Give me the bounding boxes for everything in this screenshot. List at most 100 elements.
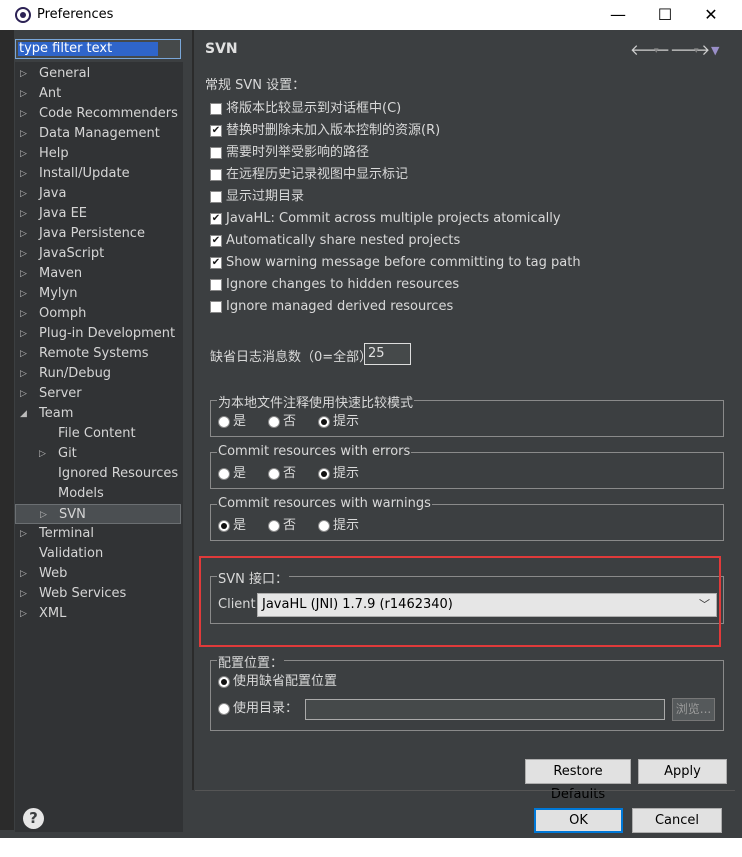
restore-defaults-button[interactable]: Restore Defaults	[525, 759, 631, 802]
radio-button[interactable]	[268, 468, 280, 480]
radio-button[interactable]	[318, 416, 330, 428]
radio-button[interactable]	[318, 468, 330, 480]
tree-item[interactable]: File Content	[15, 424, 181, 444]
tree-item[interactable]: ▷ Web Services	[15, 584, 181, 604]
preferences-window: Preferences — ☐ ✕ type filter text ▷ Gene…	[0, 0, 742, 857]
checkbox-empty-icon[interactable]	[210, 103, 222, 115]
tree-item[interactable]: ▷ Web	[15, 564, 181, 584]
tree-item[interactable]: ▷ Git	[15, 444, 181, 464]
collapsed-arrow-icon[interactable]: ▷	[20, 284, 27, 304]
tree-item[interactable]: ▷ Oomph	[15, 304, 181, 324]
collapsed-arrow-icon[interactable]: ▷	[20, 104, 27, 124]
tree-item[interactable]: ▷ JavaScript	[15, 244, 181, 264]
tree-item[interactable]: ▷ Data Management	[15, 124, 181, 144]
collapsed-arrow-icon[interactable]: ▷	[20, 324, 27, 344]
tree-item[interactable]: ▷ Server	[15, 384, 181, 404]
collapsed-arrow-icon[interactable]: ▷	[20, 524, 27, 544]
checkbox-checked-icon[interactable]: ✔	[210, 213, 222, 225]
tree-item-label: XML	[39, 606, 67, 621]
tree-item[interactable]: ▷ Java Persistence	[15, 224, 181, 244]
radio-button[interactable]	[218, 468, 230, 480]
tree-item[interactable]: Models	[15, 484, 181, 504]
title-bar: Preferences — ☐ ✕	[0, 0, 742, 30]
radio-button[interactable]	[268, 520, 280, 532]
tree-item[interactable]: ▷ SVN	[15, 504, 181, 524]
collapsed-arrow-icon[interactable]: ▷	[20, 304, 27, 324]
tree-item[interactable]: ▷ Ant	[15, 84, 181, 104]
tree-item-label: Validation	[39, 546, 104, 561]
collapsed-arrow-icon[interactable]: ▷	[20, 244, 27, 264]
close-button[interactable]: ✕	[700, 4, 722, 26]
forward-dropdown-icon[interactable]: ▾	[694, 46, 699, 56]
collapsed-arrow-icon[interactable]: ▷	[20, 124, 27, 144]
tree-item[interactable]: ▷ Mylyn	[15, 284, 181, 304]
tree-item[interactable]: ▷ Maven	[15, 264, 181, 284]
checkbox-label: Ignore managed derived resources	[226, 299, 454, 314]
footer-separator	[195, 790, 735, 791]
back-arrow-icon[interactable]: 🡐	[630, 40, 670, 59]
collapsed-arrow-icon[interactable]: ▷	[20, 564, 27, 584]
collapsed-arrow-icon[interactable]: ▷	[20, 184, 27, 204]
ok-button[interactable]: OK	[534, 808, 623, 833]
collapsed-arrow-icon[interactable]: ▷	[20, 344, 27, 364]
radio-button[interactable]	[318, 520, 330, 532]
radio-button[interactable]	[218, 416, 230, 428]
tree-item-label: Run/Debug	[39, 366, 112, 381]
checkbox-label: 将版本比较显示到对话框中(C)	[226, 101, 402, 116]
tree-item[interactable]: ▷ Terminal	[15, 524, 181, 544]
tree-item[interactable]: ▷ Install/Update	[15, 164, 181, 184]
collapsed-arrow-icon[interactable]: ▷	[20, 364, 27, 384]
forward-arrow-icon[interactable]: 🡒	[670, 40, 710, 59]
browse-button[interactable]: 浏览...	[672, 698, 715, 721]
tree-item[interactable]: ▷ Help	[15, 144, 181, 164]
checkbox-empty-icon[interactable]	[210, 279, 222, 291]
sash-divider[interactable]	[192, 30, 194, 790]
tree-item[interactable]: ▷ Java	[15, 184, 181, 204]
tree-item[interactable]: ◢ Team	[15, 404, 181, 424]
cancel-button[interactable]: Cancel	[632, 808, 722, 833]
tree-item-label: Maven	[39, 266, 83, 281]
tree-item[interactable]: ▷ Plug-in Development	[15, 324, 181, 344]
apply-button[interactable]: Apply	[638, 759, 727, 784]
collapsed-arrow-icon[interactable]: ▷	[20, 604, 27, 624]
tree-item[interactable]: ▷ Run/Debug	[15, 364, 181, 384]
help-icon[interactable]: ?	[23, 808, 44, 829]
tree-item[interactable]: ▷ Code Recommenders	[15, 104, 181, 124]
collapsed-arrow-icon[interactable]: ▷	[20, 164, 27, 184]
collapsed-arrow-icon[interactable]: ▷	[20, 384, 27, 404]
back-dropdown-icon[interactable]: ▾	[654, 46, 659, 56]
checkbox-checked-icon[interactable]: ✔	[210, 257, 222, 269]
filter-input[interactable]: type filter text	[15, 39, 181, 59]
tree-item[interactable]: ▷ Remote Systems	[15, 344, 181, 364]
checkbox-empty-icon[interactable]	[210, 191, 222, 203]
collapsed-arrow-icon[interactable]: ▷	[20, 264, 27, 284]
radio-button[interactable]	[268, 416, 280, 428]
checkbox-checked-icon[interactable]: ✔	[210, 235, 222, 247]
tree-item[interactable]: Ignored Resources	[15, 464, 181, 484]
tree-item[interactable]: ▷ General	[15, 64, 181, 84]
checkbox-empty-icon[interactable]	[210, 301, 222, 313]
collapsed-arrow-icon[interactable]: ▷	[20, 144, 27, 164]
maximize-button[interactable]: ☐	[654, 4, 676, 26]
tree-item-label: Team	[39, 406, 74, 421]
collapsed-arrow-icon[interactable]: ▷	[20, 64, 27, 84]
tree-item-label: Install/Update	[39, 166, 130, 181]
expanded-arrow-icon[interactable]: ◢	[20, 404, 27, 424]
checkbox-checked-icon[interactable]: ✔	[210, 125, 222, 137]
collapsed-arrow-icon[interactable]: ▷	[20, 584, 27, 604]
collapsed-arrow-icon[interactable]: ▷	[40, 505, 47, 525]
collapsed-arrow-icon[interactable]: ▷	[20, 204, 27, 224]
radio-button[interactable]	[218, 520, 230, 532]
collapsed-arrow-icon[interactable]: ▷	[20, 84, 27, 104]
minimize-button[interactable]: —	[607, 4, 629, 26]
view-menu-icon[interactable]: ▼	[711, 44, 719, 57]
collapsed-arrow-icon[interactable]: ▷	[39, 444, 46, 464]
tree-item[interactable]: ▷ XML	[15, 604, 181, 624]
collapsed-arrow-icon[interactable]: ▷	[20, 224, 27, 244]
log-count-input[interactable]: 25	[364, 343, 411, 365]
checkbox-empty-icon[interactable]	[210, 147, 222, 159]
tree-item[interactable]: Validation	[15, 544, 181, 564]
config-directory-input[interactable]	[305, 699, 665, 720]
checkbox-empty-icon[interactable]	[210, 169, 222, 181]
tree-item[interactable]: ▷ Java EE	[15, 204, 181, 224]
